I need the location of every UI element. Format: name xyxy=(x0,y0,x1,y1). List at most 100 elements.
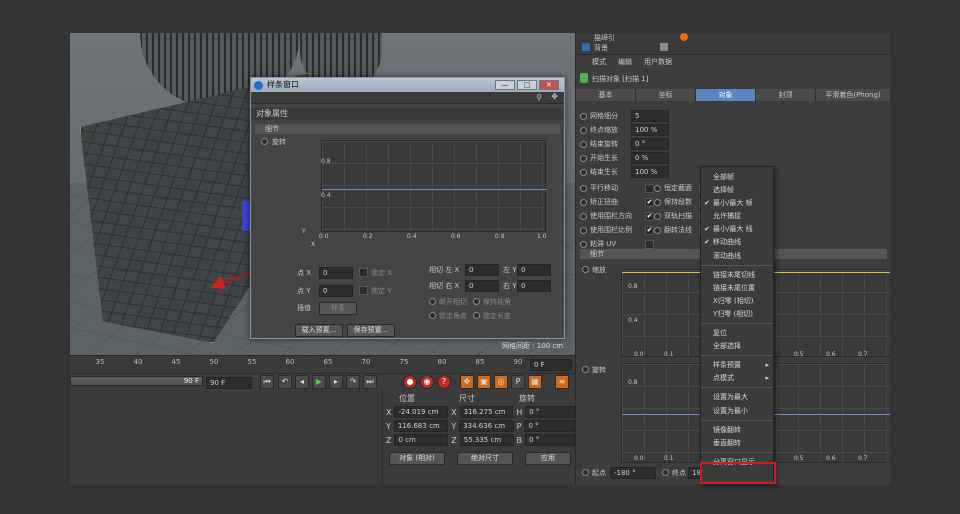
lock-length-radio[interactable] xyxy=(473,312,480,319)
tab-phong[interactable]: 平滑着色(Phong) xyxy=(816,89,890,101)
anim-radio[interactable] xyxy=(654,198,661,206)
current-frame-field[interactable]: 0 F xyxy=(530,359,572,371)
spline-graph[interactable] xyxy=(321,140,547,232)
timeline-ruler[interactable]: 35 40 45 50 55 60 65 70 75 80 85 90 0 F xyxy=(70,355,575,373)
menu-mode[interactable]: 模式 xyxy=(592,57,606,68)
tab-coord[interactable]: 坐标 xyxy=(636,89,696,101)
point-y-field[interactable]: 0 xyxy=(319,285,353,297)
save-preset-button[interactable]: 保存预置... xyxy=(347,324,395,337)
object-list-item[interactable]: 猫缔引 xyxy=(594,33,615,43)
prev-key-icon[interactable]: ↶ xyxy=(278,375,292,389)
field-value[interactable]: 5 xyxy=(631,110,669,122)
timeline-menu-icon[interactable]: ≡ xyxy=(555,375,569,389)
size-y-field[interactable]: 334.636 cm xyxy=(459,420,514,432)
move-icon[interactable]: ✥ xyxy=(551,92,558,101)
size-z-field[interactable]: 55.335 cm xyxy=(459,434,514,446)
next-frame-icon[interactable]: ▸ xyxy=(329,375,343,389)
field-value[interactable]: 0 ° xyxy=(631,138,669,150)
keep-visual-radio[interactable] xyxy=(473,298,480,305)
menu-item-move-curve[interactable]: ✔ 移动曲线 xyxy=(701,236,773,249)
menu-item-scroll-curve[interactable]: 滚动曲线 xyxy=(701,250,773,263)
menu-item-all-frames[interactable]: 全部帧 xyxy=(701,171,773,184)
anim-radio[interactable] xyxy=(580,240,587,248)
minimize-button[interactable]: — xyxy=(495,80,515,90)
move-key-icon[interactable]: ✥ xyxy=(460,375,474,389)
lock-x-checkbox[interactable] xyxy=(359,268,368,277)
tangent-left-x-field[interactable]: 0 xyxy=(465,264,499,276)
point-level-icon[interactable]: ▦ xyxy=(528,375,542,389)
rotation-p-field[interactable]: 0 ° xyxy=(524,420,575,432)
field-value[interactable]: 100 % xyxy=(631,124,669,136)
close-button[interactable]: ✕ xyxy=(539,80,559,90)
check-box[interactable]: ✔ xyxy=(645,225,654,235)
anim-radio[interactable] xyxy=(580,184,587,192)
start-radio[interactable] xyxy=(582,469,589,476)
rotation-radio[interactable] xyxy=(582,366,589,373)
anim-radio[interactable] xyxy=(580,154,587,162)
maximize-button[interactable]: □ xyxy=(517,80,537,90)
lock-y-checkbox[interactable] xyxy=(359,286,368,295)
menu-item-flip-vertical[interactable]: 垂直翻转 xyxy=(701,437,773,450)
check-box[interactable]: ✔ xyxy=(645,211,654,221)
coord-mode-select[interactable]: 对象 (相对) xyxy=(389,451,445,465)
field-value[interactable]: 0 % xyxy=(631,152,669,164)
next-key-icon[interactable]: ↷ xyxy=(346,375,360,389)
tab-caps[interactable]: 封顶 xyxy=(756,89,816,101)
load-preset-button[interactable]: 载入预置... xyxy=(295,324,343,337)
menu-item-select-frames[interactable]: 选择帧 xyxy=(701,184,773,197)
lock-angle-radio[interactable] xyxy=(429,312,436,319)
spline-curve-line[interactable] xyxy=(322,189,547,190)
tangent-right-x-field[interactable]: 0 xyxy=(465,280,499,292)
tag-icon[interactable] xyxy=(680,33,688,41)
menu-item-reset[interactable]: 复位 xyxy=(701,327,773,340)
spline-window[interactable]: 样条窗口 — □ ✕ ⚲ ✥ 对象属性 细节 旋转 0.8 0.4 Y X 0.… xyxy=(250,77,565,339)
menu-item-spline-presets[interactable]: 样条预置 ▸ xyxy=(701,359,773,372)
position-x-field[interactable]: -24.019 cm xyxy=(394,406,449,418)
rotation-h-field[interactable]: 0 ° xyxy=(525,406,576,418)
point-x-field[interactable]: 0 xyxy=(319,267,353,279)
menu-item-mirror[interactable]: 镜像翻转 xyxy=(701,424,773,437)
go-to-start-icon[interactable]: ⏮ xyxy=(260,375,274,389)
tab-object[interactable]: 对象 xyxy=(696,89,756,101)
tangent-left-y-field[interactable]: 0 xyxy=(517,264,551,276)
detail-group-header[interactable]: 细节 xyxy=(255,124,560,134)
menu-item-set-min[interactable]: 设置为最小 xyxy=(701,405,773,418)
start-field[interactable]: -180 ° xyxy=(610,467,656,479)
anim-radio[interactable] xyxy=(580,112,587,120)
check-box[interactable] xyxy=(645,183,654,193)
anim-radio[interactable] xyxy=(580,198,587,206)
menu-item-zero-y[interactable]: Y归零 (相切) xyxy=(701,308,773,321)
anim-radio[interactable] xyxy=(580,126,587,134)
go-to-end-icon[interactable]: ⏭ xyxy=(363,375,377,389)
auto-key-icon[interactable]: ◉ xyxy=(420,375,434,389)
menu-item-minmax-frame[interactable]: ✔ 最小/最大 帧 xyxy=(701,197,773,210)
end-frame-field[interactable]: 90 F xyxy=(206,377,252,389)
menu-edit[interactable]: 编辑 xyxy=(618,57,632,68)
record-icon[interactable]: ● xyxy=(403,375,417,389)
scale-radio[interactable] xyxy=(582,266,589,273)
size-x-field[interactable]: 316.275 cm xyxy=(459,406,514,418)
scale-key-icon[interactable]: ▣ xyxy=(477,375,491,389)
object-list-item[interactable]: 背景 xyxy=(594,43,608,53)
tangent-right-y-field[interactable]: 0 xyxy=(517,280,551,292)
anim-radio[interactable] xyxy=(580,212,587,220)
end-radio[interactable] xyxy=(662,469,669,476)
menu-item-link-end-tangent[interactable]: 链接末尾切线 xyxy=(701,269,773,282)
frame-range-slider[interactable]: 90 F xyxy=(70,376,203,386)
anim-radio[interactable] xyxy=(580,168,587,176)
rotation-radio[interactable] xyxy=(261,138,268,145)
tab-basic[interactable]: 基本 xyxy=(576,89,636,101)
anim-radio[interactable] xyxy=(580,140,587,148)
rotation-b-field[interactable]: 0 ° xyxy=(525,434,575,446)
position-z-field[interactable]: 0 cm xyxy=(394,434,449,446)
check-box[interactable]: ✔ xyxy=(645,197,654,207)
menu-item-allow-snap[interactable]: 允许捕捉 xyxy=(701,210,773,223)
param-key-icon[interactable]: P xyxy=(511,375,525,389)
menu-item-zero-x[interactable]: X归零 (相切) xyxy=(701,295,773,308)
size-mode-select[interactable]: 绝对尺寸 xyxy=(457,451,513,465)
menu-item-set-max[interactable]: 设置为最大 xyxy=(701,391,773,404)
key-selection-icon[interactable]: ? xyxy=(437,375,451,389)
position-y-field[interactable]: 116.683 cm xyxy=(393,420,449,432)
menu-item-minmax-line[interactable]: ✔ 最小/最大 线 xyxy=(701,223,773,236)
rotate-key-icon[interactable]: ◎ xyxy=(494,375,508,389)
